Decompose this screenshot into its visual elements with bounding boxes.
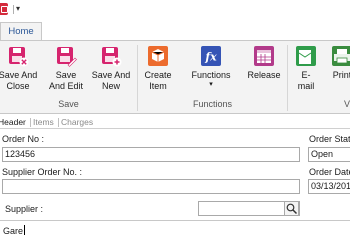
quick-access-toolbar: ▾ [0,0,350,20]
order-status-label: Order Status [309,134,350,144]
supplier-field[interactable] [198,201,300,216]
save-and-edit-label: Save And Edit [48,70,84,91]
group-label-view: V [344,99,350,109]
tab-separator [30,118,31,127]
document-tabs: Header Items Charges [0,116,350,129]
save-and-new-button[interactable]: Save And New [88,45,134,92]
supplier-order-no-field[interactable] [2,179,300,194]
save-and-new-label: Save And New [91,70,131,91]
qat-customize-arrow-icon[interactable]: ▾ [16,4,20,14]
email-button[interactable]: E- mail [292,45,320,92]
order-no-field[interactable]: 123456 [2,147,300,162]
notes-text: Gare [3,225,26,236]
tab-items[interactable]: Items [33,116,54,128]
svg-text:fx: fx [204,51,217,64]
save-close-icon [7,45,29,67]
group-label-save: Save [58,99,79,109]
search-icon [286,203,298,215]
email-icon [295,45,317,67]
box-icon [147,45,169,67]
print-label: Print [332,70,350,80]
fx-icon: fx [200,45,222,67]
group-separator [287,45,288,111]
print-button[interactable]: Print [326,45,350,81]
group-label-functions: Functions [192,99,233,109]
functions-label: Functions [191,70,231,80]
email-label: E- mail [297,70,315,91]
tab-charges[interactable]: Charges [61,116,93,128]
save-edit-icon [55,45,77,67]
release-button[interactable]: Release [244,45,284,81]
printer-icon [331,45,350,67]
save-and-edit-button[interactable]: Save And Edit [44,45,88,92]
app-icon[interactable] [0,3,8,15]
release-label: Release [247,70,281,80]
order-date-label: Order Date [309,167,350,177]
qat-separator [13,5,14,14]
ribbon: Save And Close Save And Edit Save And Ne… [0,40,350,114]
create-item-label: Create Item [144,70,172,91]
save-new-icon [100,45,122,67]
supplier-label: Supplier : [5,204,44,214]
calendar-icon [253,45,275,67]
notes-textarea[interactable]: Gare [0,220,350,250]
save-and-close-label: Save And Close [0,70,38,91]
supplier-order-no-label: Supplier Order No. : [2,167,83,177]
tab-home[interactable]: Home [0,22,42,41]
order-no-label: Order No : [2,134,45,144]
ribbon-tab-bar: Home [0,20,350,41]
order-status-field[interactable]: Open [308,147,350,162]
supplier-lookup-button[interactable] [284,202,299,215]
tab-header[interactable]: Header [0,116,26,128]
functions-dropdown-arrow-icon: ▾ [209,81,213,88]
create-item-button[interactable]: Create Item [140,45,176,92]
functions-button[interactable]: fx Functions ▾ [186,45,236,89]
order-date-field[interactable]: 03/13/2018 [308,179,350,194]
save-and-close-button[interactable]: Save And Close [0,45,42,92]
tab-separator [58,118,59,127]
text-caret [24,225,26,235]
